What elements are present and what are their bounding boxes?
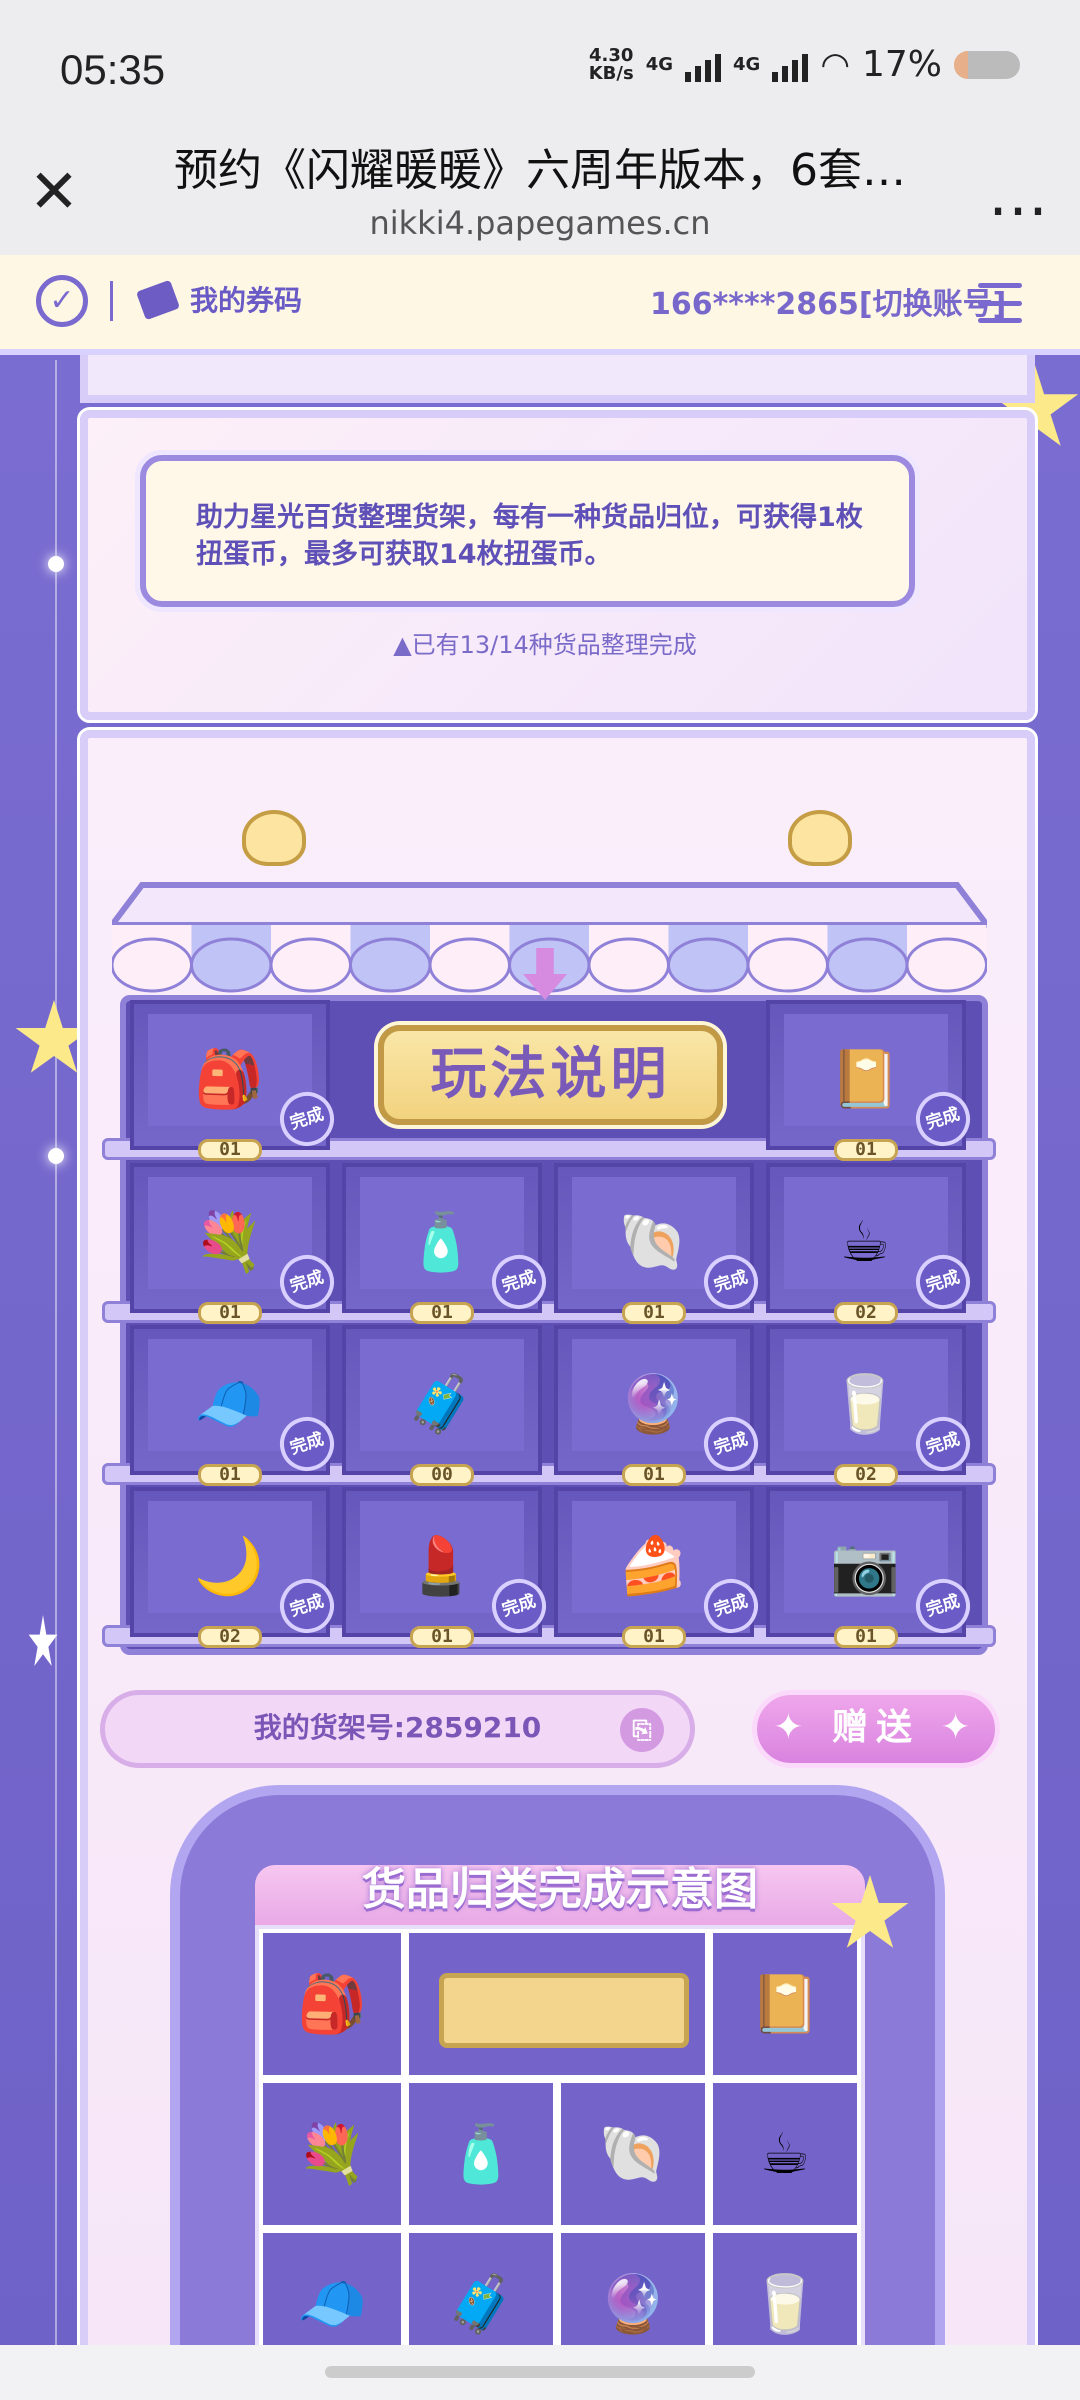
demo-item-icon: ☕ xyxy=(759,2121,811,2187)
top-panel-edge xyxy=(80,355,1035,403)
status-bar: 05:35 4.30 KB/s 4G 4G ◠ 17% xyxy=(0,0,1080,140)
copy-icon[interactable]: ⎘ xyxy=(620,1708,664,1752)
camera-icon: 📷 xyxy=(830,1534,900,1599)
demo-cell: 💐 xyxy=(259,2079,405,2229)
progress-text: ▲已有13/14种货品整理完成 xyxy=(393,631,697,659)
rules-button[interactable]: 玩法说明 xyxy=(378,1025,723,1125)
menu-icon[interactable] xyxy=(978,283,1022,323)
awning-scallop xyxy=(826,937,909,993)
page-title: 预约《闪耀暖暖》六周年版本，6套… xyxy=(174,145,906,196)
battery-percent: 17% xyxy=(861,44,942,85)
network-type-2: 4G xyxy=(733,53,761,75)
battery-icon xyxy=(954,50,1020,79)
network-speed: 4.30 KB/s xyxy=(588,44,634,84)
gift-button-label: 赠送 xyxy=(831,1707,920,1748)
demo-item-icon: 💐 xyxy=(297,2122,367,2187)
awning-scallop xyxy=(746,937,829,993)
demo-item-icon: 📔 xyxy=(750,1972,820,2037)
awning-scallop xyxy=(428,937,511,993)
demo-plaque-cell xyxy=(405,1929,709,2079)
switch-account-link[interactable]: 166****2865[切换账号] xyxy=(650,279,1006,323)
item-count: 01 xyxy=(622,1626,686,1648)
awning-scallop xyxy=(349,937,432,993)
awning-scallop xyxy=(112,937,193,993)
milk-carton-icon: 🥛 xyxy=(830,1372,900,1437)
demo-item-icon: 🎒 xyxy=(297,1972,367,2037)
awning-scallop xyxy=(269,937,352,993)
page-url: nikki4.papegames.cn xyxy=(369,204,711,242)
shelf-id-text: 我的货架号:2859210 xyxy=(253,1711,542,1744)
photo-album-icon: 📔 xyxy=(830,1047,900,1112)
item-count: 01 xyxy=(198,1464,262,1486)
item-count: 01 xyxy=(834,1139,898,1161)
demo-plaque xyxy=(439,1973,689,2048)
item-count: 01 xyxy=(410,1302,474,1324)
awning-scallop xyxy=(587,937,670,993)
sparkle-icon: ✦ xyxy=(920,1707,979,1748)
ticket-icon[interactable] xyxy=(135,279,181,321)
item-count: 01 xyxy=(198,1302,262,1324)
item-count: 01 xyxy=(622,1464,686,1486)
awning-scallop xyxy=(190,937,273,993)
signal-icon xyxy=(772,48,809,82)
shell-box-icon: 🐚 xyxy=(618,1210,688,1275)
shelf-id: 我的货架号:2859210 ⎘ xyxy=(100,1690,695,1768)
item-count: 02 xyxy=(834,1302,898,1324)
signal-icon xyxy=(685,48,721,82)
crystal-ball-icon: 🔮 xyxy=(618,1372,688,1437)
demo-item-icon: 🐚 xyxy=(598,2122,668,2187)
my-coupons-link[interactable]: 我的券码 xyxy=(190,279,302,319)
home-indicator[interactable] xyxy=(325,2366,755,2378)
item-count: 01 xyxy=(198,1139,262,1161)
sparkle-icon: ✦ xyxy=(773,1707,832,1748)
decorative-line xyxy=(55,360,57,2360)
backpack-icon: 🎒 xyxy=(194,1047,264,1112)
flower-basket-icon: 💐 xyxy=(194,1210,264,1275)
item-count: 01 xyxy=(834,1626,898,1648)
awning-scallop xyxy=(905,937,987,993)
bunny-mug-icon: ☕ xyxy=(839,1209,891,1275)
demo-cell: 🧴 xyxy=(405,2079,557,2229)
status-icons: 4.30 KB/s 4G 4G ◠ 17% xyxy=(589,44,1020,85)
demo-item-icon: 🧴 xyxy=(446,2122,516,2187)
browser-navbar: ✕ 预约《闪耀暖暖》六周年版本，6套… nikki4.papegames.cn … xyxy=(0,140,1080,255)
item-count: 00 xyxy=(410,1464,474,1486)
close-icon[interactable]: ✕ xyxy=(26,162,82,222)
info-box: 助力星光百货整理货架，每有一种货品归位，可获得1枚扭蛋币，最多可获取14枚扭蛋币… xyxy=(140,455,915,607)
info-text: 助力星光百货整理货架，每有一种货品归位，可获得1枚扭蛋币，最多可获取14枚扭蛋币… xyxy=(196,502,863,570)
demo-cell: 🐚 xyxy=(557,2079,709,2229)
network-type-1: 4G xyxy=(645,53,673,75)
bunny-cap-icon: 🧢 xyxy=(194,1372,264,1437)
item-count: 01 xyxy=(410,1626,474,1648)
demo-grid: 🎒 📔 💐 🧴 🐚 ☕ 🧢 🧳 🔮 🥛 xyxy=(255,1925,865,2400)
gift-button[interactable]: ✦ 赠送 ✦ xyxy=(752,1690,1000,1768)
item-count: 01 xyxy=(622,1302,686,1324)
demo-cell: 🎒 xyxy=(259,1929,405,2079)
status-time: 05:35 xyxy=(60,46,166,93)
demo-panel: 货品归类完成示意图 🎒 📔 💐 🧴 🐚 ☕ 🧢 🧳 🔮 🥛 xyxy=(170,1785,945,2400)
logo-icon[interactable]: ✓ xyxy=(36,275,88,327)
more-icon[interactable]: … xyxy=(988,160,1050,230)
shelf-cell-suitcase[interactable]: 🧳 xyxy=(342,1325,542,1475)
decorative-dot xyxy=(48,1148,64,1164)
item-count: 02 xyxy=(198,1626,262,1648)
cat-icon xyxy=(788,810,852,866)
wifi-icon: ◠ xyxy=(820,44,850,85)
divider xyxy=(110,281,113,321)
perfume-bottle-icon: 🧴 xyxy=(406,1210,476,1275)
cake-icon: 🍰 xyxy=(618,1534,688,1599)
app-header: ✓ 我的券码 166****2865[切换账号] xyxy=(0,255,1080,355)
cat-icon xyxy=(242,810,306,866)
item-count: 02 xyxy=(834,1464,898,1486)
demo-title: 货品归类完成示意图 xyxy=(362,1864,758,1915)
suitcase-icon: 🧳 xyxy=(406,1372,476,1437)
demo-cell: ☕ xyxy=(709,2079,861,2229)
nikki-palette-icon: 💄 xyxy=(406,1534,476,1599)
moon-pillow-icon: 🌙 xyxy=(194,1534,264,1599)
awning-scallop xyxy=(667,937,750,993)
demo-cell: 📔 xyxy=(709,1929,861,2079)
decorative-dot xyxy=(48,556,64,572)
